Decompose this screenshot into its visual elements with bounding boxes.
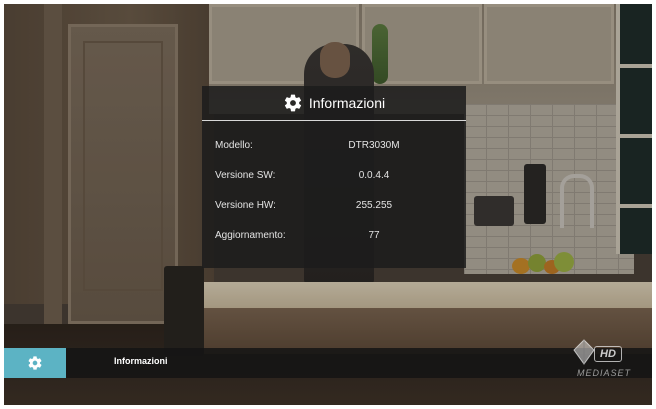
info-value: 0.0.4.4 [358,170,390,181]
tv-screen: Informazioni Modello: DTR3030M Versione … [4,4,652,405]
info-value: DTR3030M [348,140,400,151]
info-row-sw-version: Versione SW: 0.0.4.4 [202,170,466,186]
info-row-hw-version: Versione HW: 255.255 [202,200,466,216]
info-row-model: Modello: DTR3030M [202,140,466,156]
info-value: 77 [368,230,380,241]
settings-menu-button[interactable] [4,348,66,378]
info-panel: Informazioni Modello: DTR3030M Versione … [202,86,466,268]
bottom-menu-label[interactable]: Informazioni [114,356,168,366]
info-label: Aggiornamento: [215,230,286,241]
info-label: Versione HW: [215,200,276,211]
header-divider [202,120,466,121]
channel-brand: MEDIASET [576,368,631,378]
gear-icon [283,93,303,113]
bottom-menu-bar: Informazioni [4,348,652,378]
info-row-update: Aggiornamento: 77 [202,230,466,246]
mediaset-logo-icon [573,339,595,365]
hd-badge: HD [594,346,622,362]
info-panel-header: Informazioni [202,86,466,119]
info-label: Modello: [215,140,253,151]
channel-watermark: HD MEDIASET [564,338,648,388]
info-panel-title: Informazioni [308,94,386,111]
info-value: 255.255 [355,200,393,211]
info-label: Versione SW: [215,170,276,181]
gear-icon [27,355,43,371]
